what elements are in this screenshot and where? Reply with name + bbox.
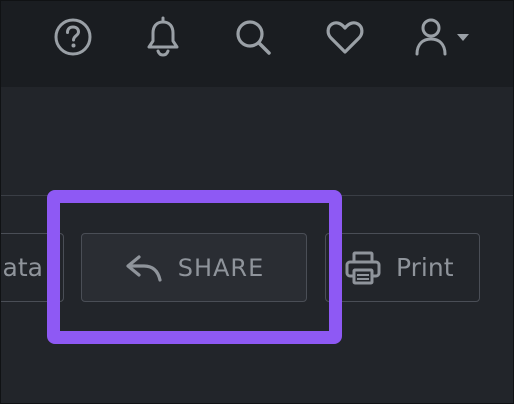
chevron-down-icon xyxy=(457,34,469,41)
top-navigation-bar xyxy=(1,1,513,87)
data-button-label: ata xyxy=(2,253,43,282)
share-button[interactable]: SHARE xyxy=(81,233,307,302)
search-icon[interactable] xyxy=(231,15,275,59)
user-menu[interactable] xyxy=(409,15,479,59)
help-icon[interactable] xyxy=(51,15,95,59)
user-icon xyxy=(415,18,469,56)
data-button[interactable]: ata xyxy=(1,233,64,302)
share-reply-icon xyxy=(126,254,162,282)
print-button-label: Print xyxy=(396,253,454,282)
share-button-label: SHARE xyxy=(177,253,265,282)
print-button[interactable]: Print xyxy=(325,233,480,302)
heart-icon[interactable] xyxy=(323,15,367,59)
section-divider xyxy=(1,195,513,196)
bell-icon[interactable] xyxy=(141,15,185,59)
app-frame: ata SHARE Print xyxy=(0,0,514,404)
printer-icon xyxy=(345,251,381,284)
